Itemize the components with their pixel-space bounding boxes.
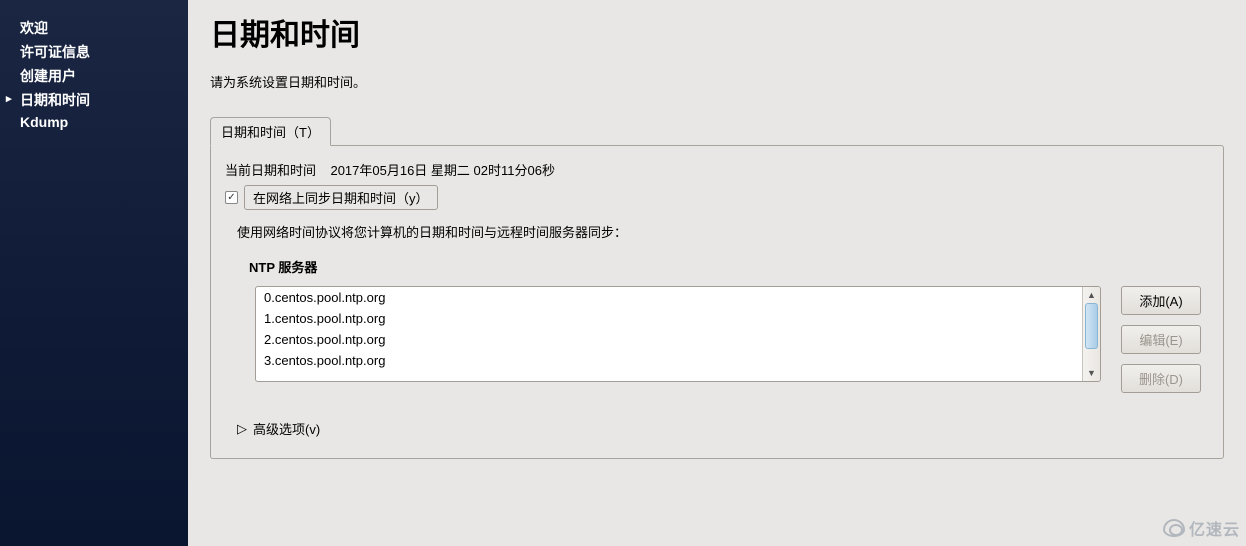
sync-button[interactable]: 在网络上同步日期和时间（y） — [244, 185, 438, 210]
page-title: 日期和时间 — [210, 10, 1224, 54]
watermark-text: 亿速云 — [1189, 516, 1240, 540]
current-datetime-label: 当前日期和时间 — [225, 163, 316, 178]
advanced-label: 高级选项(v) — [253, 419, 320, 438]
sidebar-item-welcome[interactable]: 欢迎 — [0, 16, 188, 40]
current-datetime-value: 2017年05月16日 星期二 02时11分06秒 — [330, 163, 554, 178]
tab-body: 当前日期和时间 2017年05月16日 星期二 02时11分06秒 ✓ 在网络上… — [210, 145, 1224, 459]
delete-button[interactable]: 删除(D) — [1121, 364, 1201, 393]
watermark: 亿速云 — [1163, 516, 1240, 540]
cloud-icon — [1163, 519, 1185, 537]
ntp-list-item[interactable]: 0.centos.pool.ntp.org — [256, 287, 1082, 308]
sidebar-item-datetime[interactable]: 日期和时间 — [0, 88, 188, 112]
edit-button[interactable]: 编辑(E) — [1121, 325, 1201, 354]
ntp-buttons: 添加(A) 编辑(E) 删除(D) — [1121, 286, 1201, 393]
ntp-title: NTP 服务器 — [249, 257, 1209, 276]
ntp-desc: 使用网络时间协议将您计算机的日期和时间与远程时间服务器同步： — [237, 222, 1209, 241]
sidebar: 欢迎 许可证信息 创建用户 日期和时间 Kdump — [0, 0, 188, 546]
ntp-list-item[interactable]: 2.centos.pool.ntp.org — [256, 329, 1082, 350]
scroll-down-icon[interactable]: ▼ — [1083, 365, 1100, 381]
sync-row: ✓ 在网络上同步日期和时间（y） — [225, 185, 1209, 210]
scrollbar[interactable]: ▲ ▼ — [1082, 287, 1100, 381]
scroll-thumb[interactable] — [1085, 303, 1098, 349]
ntp-list[interactable]: 0.centos.pool.ntp.org 1.centos.pool.ntp.… — [256, 287, 1082, 381]
ntp-list-item[interactable]: 3.centos.pool.ntp.org — [256, 350, 1082, 371]
page-desc: 请为系统设置日期和时间。 — [210, 72, 1224, 91]
sidebar-item-createuser[interactable]: 创建用户 — [0, 64, 188, 88]
ntp-list-wrap: 0.centos.pool.ntp.org 1.centos.pool.ntp.… — [255, 286, 1101, 382]
scroll-up-icon[interactable]: ▲ — [1083, 287, 1100, 303]
ntp-row: 0.centos.pool.ntp.org 1.centos.pool.ntp.… — [255, 286, 1209, 393]
main-content: 日期和时间 请为系统设置日期和时间。 日期和时间（T） 当前日期和时间 2017… — [188, 0, 1246, 546]
add-button[interactable]: 添加(A) — [1121, 286, 1201, 315]
tab-panel: 日期和时间（T） 当前日期和时间 2017年05月16日 星期二 02时11分0… — [210, 117, 1224, 459]
sidebar-item-kdump[interactable]: Kdump — [0, 112, 188, 132]
scroll-track[interactable] — [1083, 303, 1100, 365]
chevron-right-icon: ▷ — [237, 421, 247, 437]
tab-datetime[interactable]: 日期和时间（T） — [210, 117, 331, 146]
advanced-toggle[interactable]: ▷ 高级选项(v) — [237, 419, 1209, 438]
sync-checkbox[interactable]: ✓ — [225, 191, 238, 204]
current-datetime-row: 当前日期和时间 2017年05月16日 星期二 02时11分06秒 — [225, 160, 1209, 179]
sidebar-item-license[interactable]: 许可证信息 — [0, 40, 188, 64]
tab-header: 日期和时间（T） — [210, 117, 1224, 145]
ntp-list-item[interactable]: 1.centos.pool.ntp.org — [256, 308, 1082, 329]
